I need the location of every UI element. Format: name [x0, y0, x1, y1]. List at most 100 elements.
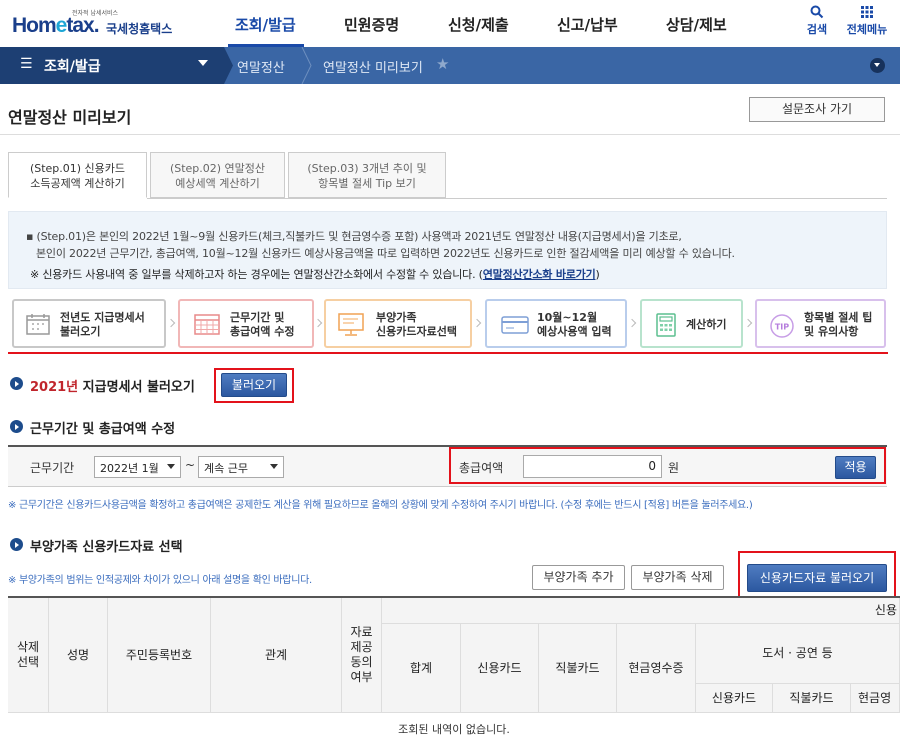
tab-step-01[interactable]: (Step.01) 신용카드 소득공제액 계산하기: [8, 152, 147, 198]
process-step-2-label: 근무기간 및 총급여액 수정: [230, 311, 295, 339]
menu-title: 조회/발급: [44, 59, 101, 75]
svg-text:TIP: TIP: [775, 323, 789, 332]
nav-report-payment[interactable]: 신고/납부: [557, 14, 618, 35]
section-period-salary-title: 근무기간 및 총급여액 수정: [30, 422, 176, 437]
col-books-debit: 직불카드: [773, 684, 851, 713]
tab-step-02[interactable]: (Step.02) 연말정산 예상세액 계산하기: [150, 152, 285, 198]
section-dependents-title: 부양가족 신용카드자료 선택: [30, 540, 183, 555]
process-step-1-label: 전년도 지급명세서 불러오기: [60, 311, 145, 339]
tab-step-01-line1: (Step.01) 신용카드: [29, 162, 126, 175]
tab-step-02-line1: (Step.02) 연말정산: [169, 162, 266, 175]
chevron-right-icon: [627, 318, 637, 328]
chevron-right-icon: [313, 318, 323, 328]
process-step-4-label: 10월~12월 예상사용액 입력: [537, 311, 612, 339]
nav-application-submit[interactable]: 신청/제출: [448, 14, 509, 35]
process-step-5-label: 계산하기: [686, 318, 727, 331]
logo-wordmark-b: tax.: [66, 14, 99, 37]
col-debit-card: 직불카드: [539, 624, 617, 713]
start-month-select[interactable]: 2022년 1월: [94, 456, 181, 478]
chevron-right-icon: [166, 318, 176, 328]
col-group-credit: 신용: [382, 598, 900, 624]
section-bullet-icon: [10, 420, 23, 433]
survey-button[interactable]: 설문조사 가기: [749, 97, 885, 122]
process-step-1-line1: 전년도 지급명세서: [60, 311, 145, 324]
calculator-icon: [656, 313, 676, 337]
monitor-icon: [338, 313, 364, 336]
process-step-3-line1: 부양가족: [376, 311, 417, 324]
star-icon[interactable]: ★: [436, 55, 449, 73]
period-label: 근무기간: [30, 461, 75, 475]
logo-wordmark-a: Hom: [12, 14, 57, 37]
search-tool[interactable]: 검색: [804, 5, 830, 37]
chevron-right-icon: [743, 318, 753, 328]
process-step-1-line2: 불러오기: [60, 325, 101, 338]
page-root: 전자적 납세서비스 Hometax. 국세청홈택스 조회/발급 민원증명 신청/…: [0, 0, 900, 747]
chevron-right-icon: [472, 318, 482, 328]
breadcrumb-bar: ☰ 조회/발급 연말정산 연말정산 미리보기 ★: [0, 47, 900, 84]
col-books-credit: 신용카드: [696, 684, 773, 713]
col-cash-receipt: 현금영수증: [617, 624, 696, 713]
calendar-icon: [26, 314, 50, 335]
col-group-books: 도서 · 공연 등: [696, 624, 900, 684]
credit-card-icon: [501, 316, 529, 334]
tab-step-03[interactable]: (Step.03) 3개년 추이 및 항목별 절세 Tip 보기: [288, 152, 446, 198]
period-salary-note: ※ 근무기간은 신용카드사용금액을 확정하고 총급여액은 공제한도 계산을 위해…: [8, 500, 753, 511]
title-divider: [0, 134, 900, 135]
info-line-2: 본인이 2022년 근무기간, 총급여액, 10월~12월 신용카드 예상사용금…: [36, 247, 735, 260]
top-header: 전자적 납세서비스 Hometax. 국세청홈택스 조회/발급 민원증명 신청/…: [0, 0, 900, 47]
breadcrumb-separator-icon: [301, 47, 312, 84]
apply-button[interactable]: 적용: [835, 456, 876, 479]
grid-menu-icon: [861, 6, 873, 18]
info-line-3-end: ): [595, 268, 600, 281]
caret-down-icon: [198, 60, 208, 66]
breadcrumb-separator-icon: [224, 47, 233, 84]
salary-input[interactable]: 0: [523, 455, 662, 478]
nav-consult-report[interactable]: 상담/제보: [666, 14, 727, 35]
process-step-3-line2: 신용카드자료선택: [376, 325, 457, 338]
delete-dependent-button[interactable]: 부양가족 삭제: [631, 565, 724, 590]
breadcrumb-year-end[interactable]: 연말정산: [237, 57, 285, 76]
salary-label: 총급여액: [459, 461, 504, 475]
menu-dropdown[interactable]: ☰ 조회/발급: [0, 47, 224, 84]
process-step-6-label: 항목별 절세 팁및 유의사항: [804, 311, 872, 339]
empty-table-message: 조회된 내역이 없습니다.: [398, 723, 510, 736]
dependents-note: ※ 부양가족의 범위는 인적공제와 차이가 있으니 아래 설명을 확인 바랍니다…: [8, 575, 312, 586]
col-relation: 관계: [211, 598, 342, 713]
page-title: 연말정산 미리보기: [8, 108, 132, 127]
col-credit-card: 신용카드: [461, 624, 539, 713]
process-step-3-label: 부양가족 신용카드자료선택: [376, 311, 457, 339]
process-step-2-line2: 총급여액 수정: [230, 325, 295, 338]
section-bullet-icon: [10, 377, 23, 390]
chevron-down-icon[interactable]: [870, 58, 885, 73]
process-step-4-line1: 10월~12월: [537, 311, 598, 324]
col-consent: 자료 제공 동의 여부: [342, 598, 382, 713]
load-card-data-button[interactable]: 신용카드자료 불러오기: [747, 564, 887, 592]
all-menu-tool[interactable]: 전체메뉴: [842, 5, 892, 37]
info-line-3: ※ 신용카드 사용내역 중 일부를 삭제하고자 하는 경우에는 연말정산간소화에…: [30, 266, 600, 282]
col-total: 합계: [382, 624, 461, 713]
simplified-service-link[interactable]: 연말정산간소화 바로가기: [483, 268, 596, 281]
section-load-statement-text: 지급명세서 불러오기: [78, 380, 195, 395]
nav-inquiry-issue[interactable]: 조회/발급: [235, 14, 296, 35]
search-icon: [810, 5, 824, 19]
tab-step-03-line1: (Step.03) 3개년 추이 및: [307, 162, 427, 175]
section-load-statement-title: 2021년 지급명세서 불러오기: [30, 376, 195, 395]
hamburger-icon: ☰: [20, 56, 33, 72]
load-statement-button[interactable]: 불러오기: [221, 373, 287, 397]
highlight-red-line: [8, 352, 888, 354]
add-dependent-button[interactable]: 부양가족 추가: [532, 565, 625, 590]
calendar-grid-icon: [194, 314, 220, 335]
breadcrumb-preview[interactable]: 연말정산 미리보기: [323, 57, 423, 76]
col-delete-select: 삭제 선택: [8, 598, 49, 713]
col-rrn: 주민등록번호: [108, 598, 211, 713]
search-label: 검색: [806, 23, 828, 36]
nav-civil-certificate[interactable]: 민원증명: [344, 14, 399, 35]
tab-step-02-line2: 예상세액 계산하기: [175, 177, 260, 190]
end-period-select[interactable]: 계속 근무: [198, 456, 284, 478]
tabs-baseline: [147, 198, 887, 199]
process-step-3: 부양가족 신용카드자료선택: [324, 299, 472, 348]
col-books-cash: 현금영: [851, 684, 900, 713]
process-step-5: 계산하기: [640, 299, 743, 348]
hometax-logo[interactable]: 전자적 납세서비스 Hometax. 국세청홈택스: [10, 8, 180, 40]
process-step-2: 근무기간 및 총급여액 수정: [178, 299, 314, 348]
